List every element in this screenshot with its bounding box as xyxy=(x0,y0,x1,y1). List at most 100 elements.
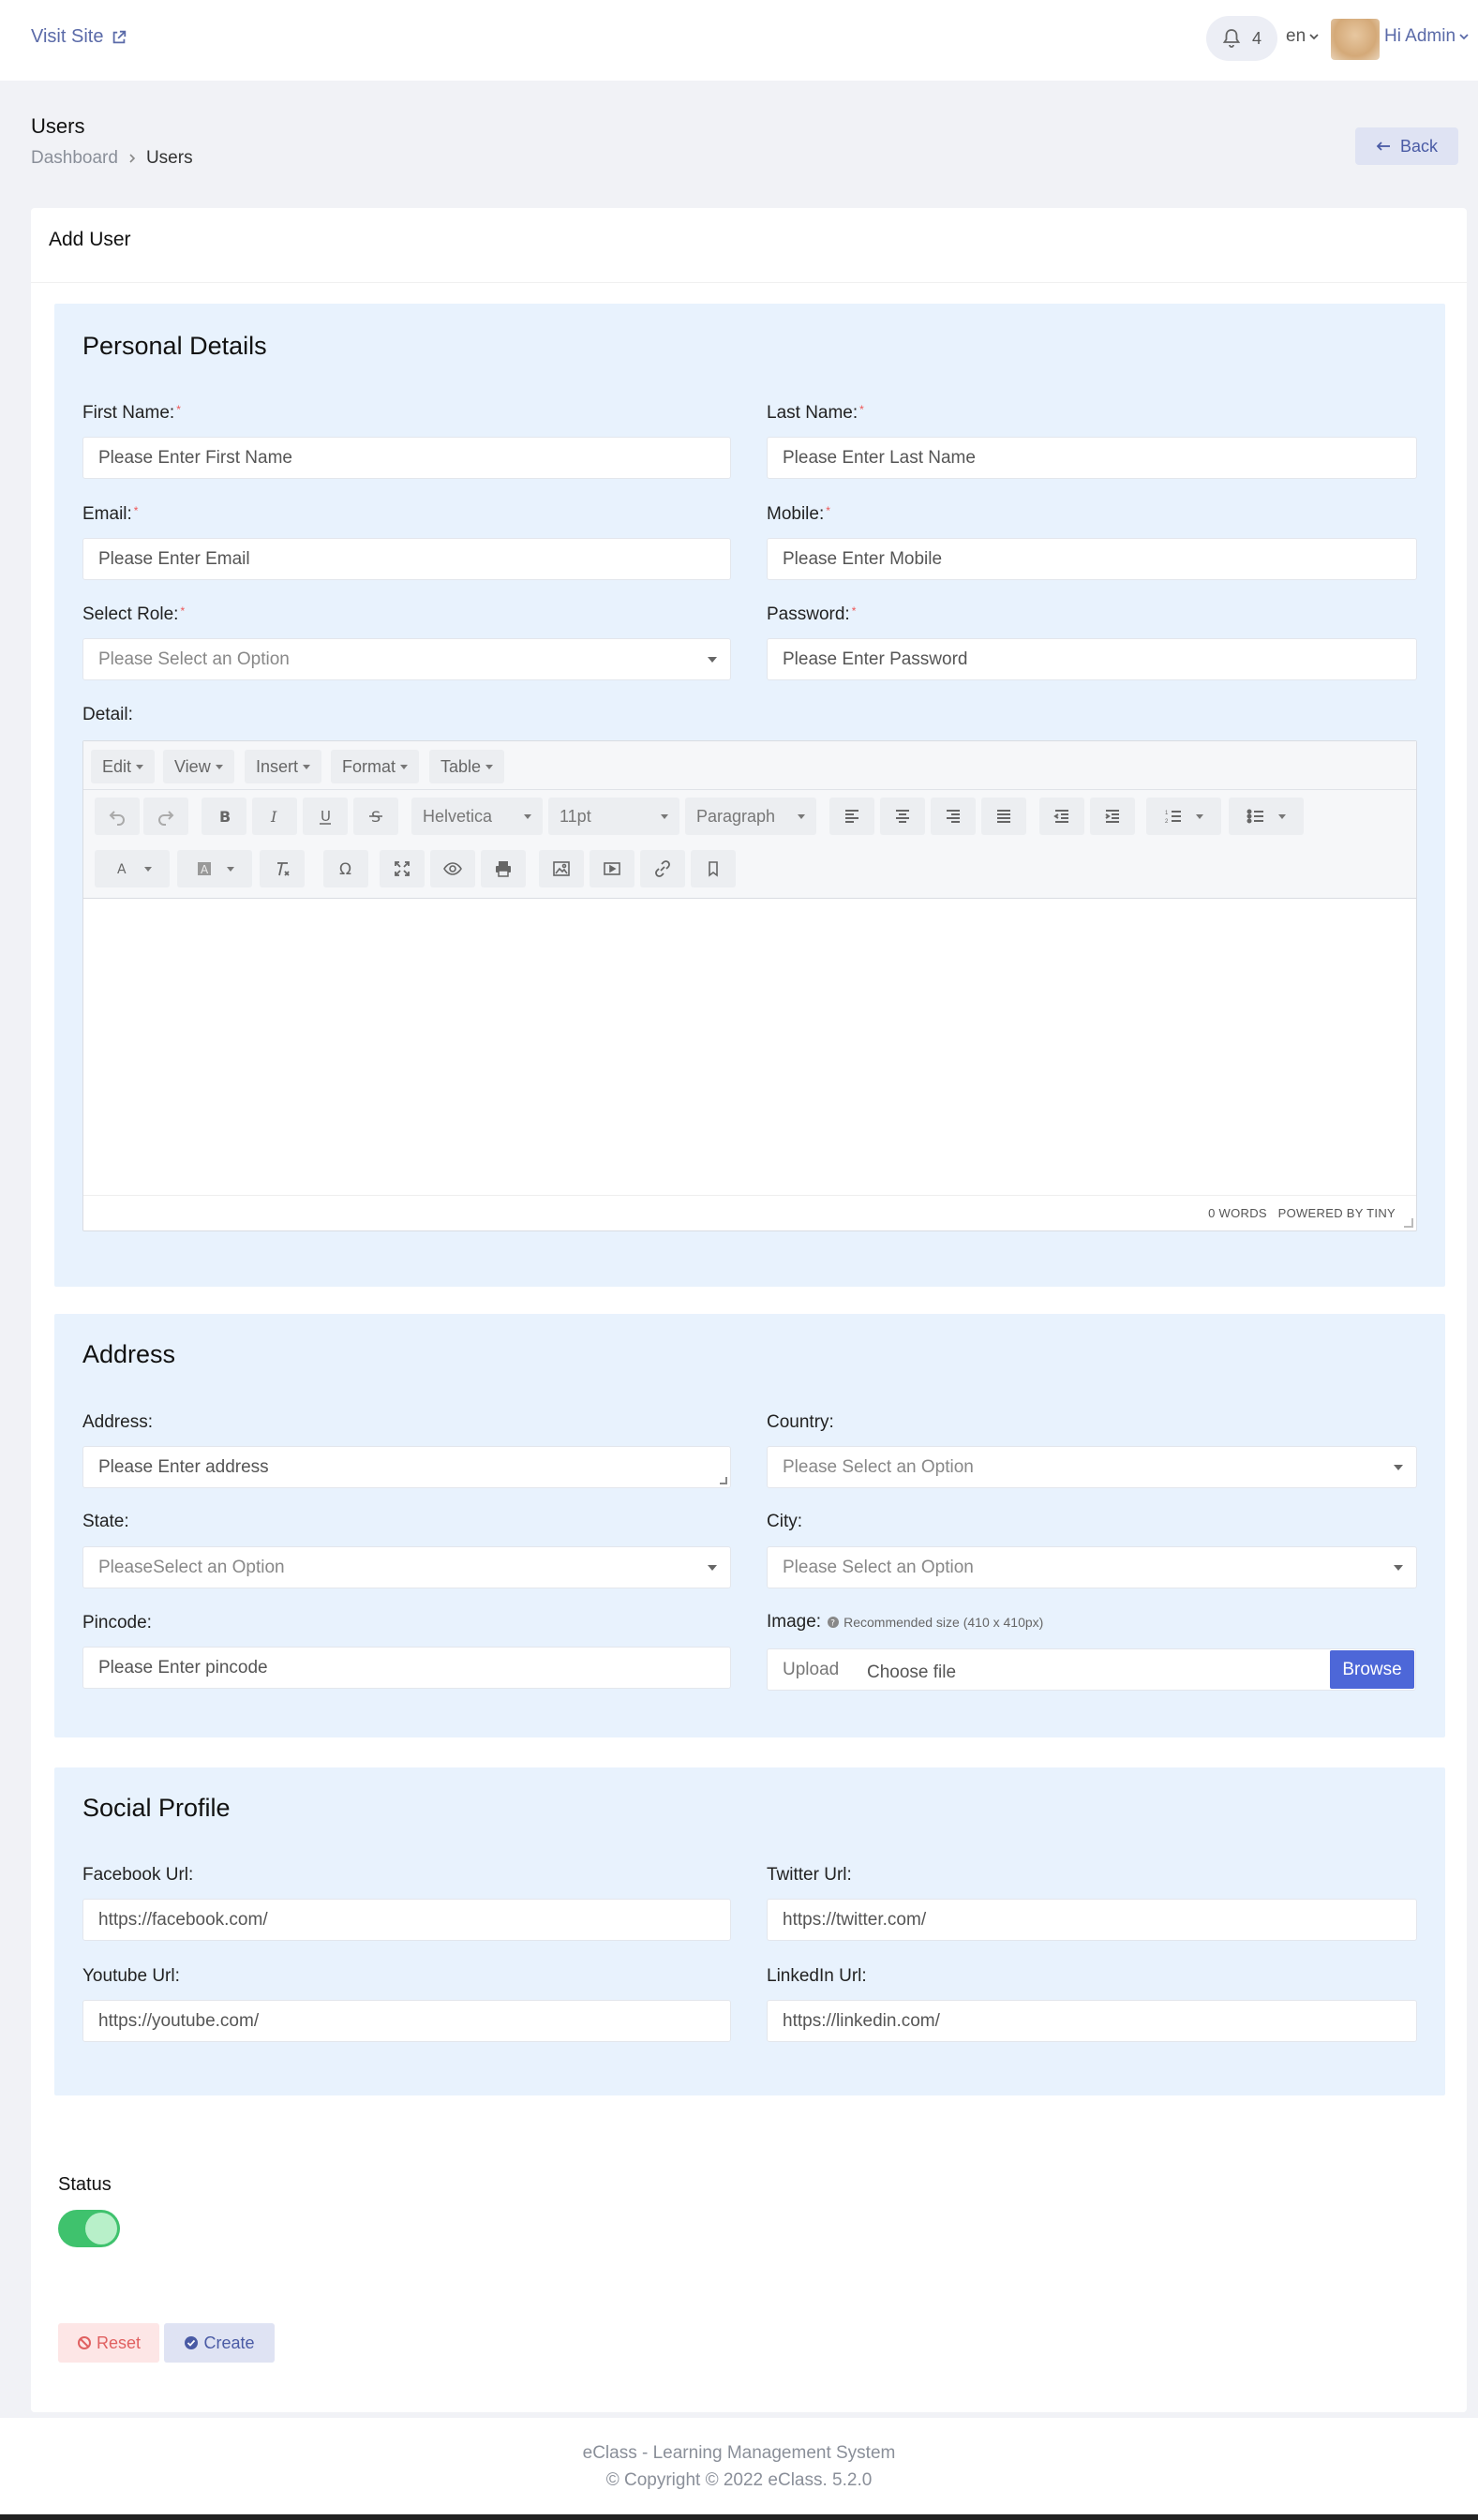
chevron-right-icon xyxy=(129,154,136,163)
address-textarea[interactable]: Please Enter address xyxy=(82,1446,731,1488)
svg-text:U: U xyxy=(321,808,331,825)
reset-button[interactable]: Reset xyxy=(58,2323,159,2363)
resize-handle-icon[interactable] xyxy=(1404,1218,1413,1228)
detail-label: Detail: xyxy=(82,705,133,724)
twitter-label: Twitter Url: xyxy=(767,1865,852,1885)
language-dropdown[interactable]: en xyxy=(1286,26,1320,47)
notification-count: 4 xyxy=(1251,28,1262,48)
avatar[interactable] xyxy=(1331,19,1380,60)
reset-label: Reset xyxy=(96,2333,142,2352)
footer: eClass - Learning Management System © Co… xyxy=(0,2418,1478,2520)
visit-site-label: Visit Site xyxy=(31,26,104,47)
youtube-url-input[interactable]: https://youtube.com/ xyxy=(82,2000,731,2042)
chevron-down-icon xyxy=(1459,34,1469,40)
strikethrough-icon: S xyxy=(369,808,382,826)
user-menu[interactable]: Hi Admin xyxy=(1384,26,1470,47)
image-icon xyxy=(553,861,570,876)
text-color-button[interactable]: A xyxy=(95,850,170,887)
section-title: Social Profile xyxy=(82,1794,231,1822)
menu-edit[interactable]: Edit xyxy=(91,750,156,783)
block-format-select[interactable]: Paragraph xyxy=(685,798,816,835)
browse-button[interactable]: Browse xyxy=(1330,1650,1414,1689)
image-size-hint: Recommended size (410 x 410px) xyxy=(844,1615,1044,1630)
add-user-card: Add User Personal Details First Name: * P… xyxy=(31,208,1467,2412)
breadcrumb-dashboard[interactable]: Dashboard xyxy=(31,148,118,169)
choose-file-label[interactable]: Choose file xyxy=(867,1663,956,1683)
email-input[interactable]: Please Enter Email xyxy=(82,538,731,580)
pincode-input[interactable]: Please Enter pincode xyxy=(82,1647,731,1689)
image-upload[interactable]: Upload Choose file Browse xyxy=(767,1648,1416,1691)
numbered-list-button[interactable]: 12 xyxy=(1146,798,1221,835)
breadcrumb: Dashboard Users xyxy=(31,148,193,169)
editor-content-area[interactable] xyxy=(83,899,1416,1197)
italic-icon: I xyxy=(270,808,277,826)
redo-button[interactable] xyxy=(143,798,188,835)
role-select[interactable]: Please Select an Option xyxy=(82,638,731,680)
align-justify-button[interactable] xyxy=(981,798,1026,835)
editor-toolbar: B I U S Helvetica 11pt Paragraph 12 A A xyxy=(83,790,1416,899)
user-greeting: Hi Admin xyxy=(1384,26,1456,46)
visit-site-link[interactable]: Visit Site xyxy=(31,26,127,48)
status-toggle[interactable] xyxy=(58,2210,120,2247)
menu-format[interactable]: Format xyxy=(331,750,420,783)
address-section: Address Address: Please Enter address Co… xyxy=(54,1314,1445,1737)
bold-icon: B xyxy=(219,808,231,826)
section-title: Personal Details xyxy=(82,332,267,360)
undo-button[interactable] xyxy=(95,798,140,835)
eye-icon xyxy=(443,862,462,875)
svg-text:I: I xyxy=(270,808,277,826)
caret-down-icon xyxy=(708,1565,717,1571)
fullscreen-button[interactable] xyxy=(380,850,425,887)
powered-by-tiny[interactable]: POWERED BY TINY xyxy=(1278,1206,1396,1220)
facebook-url-input[interactable]: https://facebook.com/ xyxy=(82,1899,731,1941)
card-title: Add User xyxy=(49,229,131,250)
underline-button[interactable]: U xyxy=(303,798,348,835)
password-input[interactable]: Please Enter Password xyxy=(767,638,1417,680)
back-label: Back xyxy=(1399,136,1439,156)
mobile-input[interactable]: Please Enter Mobile xyxy=(767,538,1417,580)
link-icon xyxy=(655,860,670,877)
status-label: Status xyxy=(58,2174,112,2195)
outdent-button[interactable] xyxy=(1039,798,1084,835)
insert-link-button[interactable] xyxy=(640,850,685,887)
editor-menubar: Edit View Insert Format Table xyxy=(83,741,1416,790)
last-name-input[interactable]: Please Enter Last Name xyxy=(767,437,1417,479)
special-character-button[interactable]: Ω xyxy=(323,850,368,887)
caret-down-icon xyxy=(1394,1465,1403,1470)
font-family-select[interactable]: Helvetica xyxy=(411,798,543,835)
menu-view[interactable]: View xyxy=(163,750,234,783)
back-button[interactable]: Back xyxy=(1355,127,1458,165)
create-button[interactable]: Create xyxy=(164,2323,275,2363)
menu-table[interactable]: Table xyxy=(429,750,505,783)
city-select[interactable]: Please Select an Option xyxy=(767,1546,1417,1588)
bold-button[interactable]: B xyxy=(202,798,246,835)
print-button[interactable] xyxy=(481,850,526,887)
country-select[interactable]: Please Select an Option xyxy=(767,1446,1417,1488)
align-left-button[interactable] xyxy=(829,798,874,835)
page-title: Users xyxy=(31,114,85,138)
align-center-button[interactable] xyxy=(880,798,925,835)
twitter-url-input[interactable]: https://twitter.com/ xyxy=(767,1899,1417,1941)
notifications-button[interactable]: 4 xyxy=(1206,16,1277,61)
print-icon xyxy=(496,861,511,877)
first-name-input[interactable]: Please Enter First Name xyxy=(82,437,731,479)
menu-insert[interactable]: Insert xyxy=(245,750,322,783)
font-size-select[interactable]: 11pt xyxy=(548,798,679,835)
clear-formatting-button[interactable] xyxy=(260,850,305,887)
insert-image-button[interactable] xyxy=(539,850,584,887)
insert-media-button[interactable] xyxy=(590,850,634,887)
strikethrough-button[interactable]: S xyxy=(353,798,398,835)
linkedin-url-input[interactable]: https://linkedin.com/ xyxy=(767,2000,1417,2042)
italic-button[interactable]: I xyxy=(252,798,297,835)
bell-icon xyxy=(1222,29,1241,48)
image-label: Image: ? Recommended size (410 x 410px) xyxy=(767,1612,1044,1632)
indent-button[interactable] xyxy=(1090,798,1135,835)
redo-icon xyxy=(158,811,174,826)
background-color-button[interactable]: A xyxy=(177,850,252,887)
align-right-button[interactable] xyxy=(931,798,976,835)
resize-handle-icon[interactable] xyxy=(720,1477,727,1484)
bullet-list-button[interactable] xyxy=(1229,798,1304,835)
preview-button[interactable] xyxy=(430,850,475,887)
state-select[interactable]: PleaseSelect an Option xyxy=(82,1546,731,1588)
anchor-button[interactable] xyxy=(691,850,736,887)
